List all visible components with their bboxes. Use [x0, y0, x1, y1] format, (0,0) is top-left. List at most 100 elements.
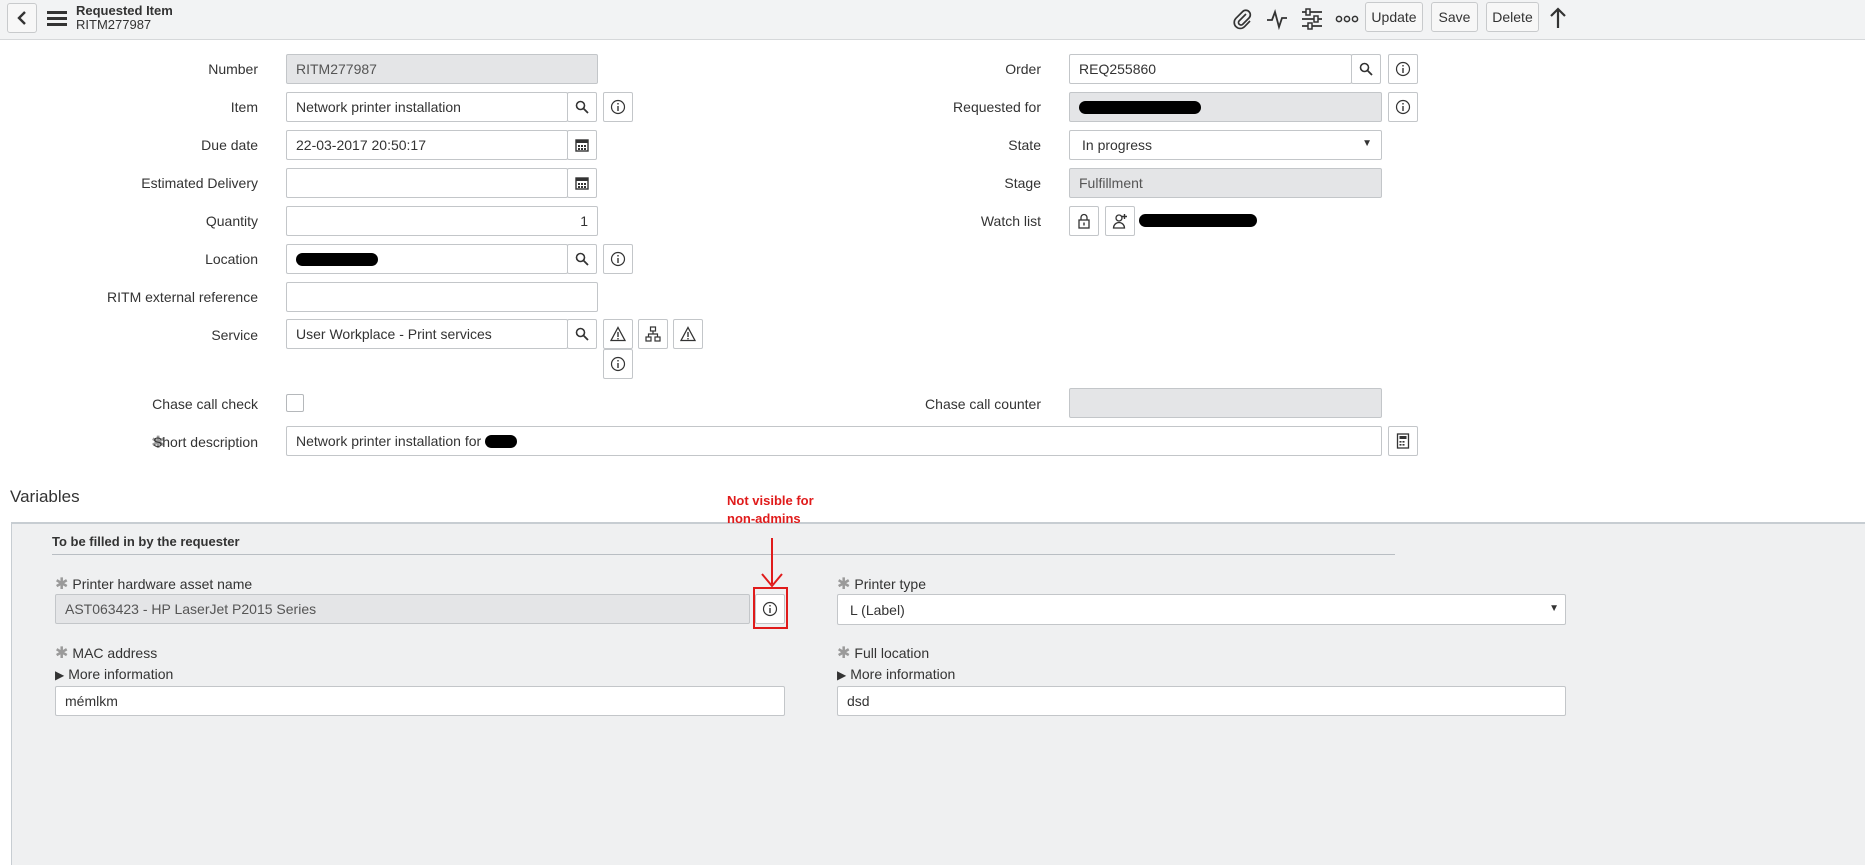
order-search-button[interactable]	[1351, 54, 1381, 84]
redacted-value	[485, 434, 518, 448]
ritm-external-reference-label: RITM external reference	[107, 289, 258, 305]
template-icon	[1396, 433, 1410, 449]
service-search-button[interactable]	[567, 319, 597, 349]
template-button[interactable]	[1388, 426, 1418, 456]
required-star-icon: ✱	[55, 576, 69, 593]
due-date-calendar-button[interactable]	[567, 130, 597, 160]
more-info-text: More information	[68, 666, 174, 682]
calendar-icon	[575, 177, 589, 190]
printer-type-label-text: Printer type	[854, 576, 926, 592]
delete-button[interactable]: Delete	[1486, 2, 1539, 32]
item-info-button[interactable]	[603, 92, 633, 122]
paperclip-icon[interactable]	[1227, 4, 1257, 34]
service-warning-button[interactable]	[603, 319, 633, 349]
short-description-label: Short description	[152, 434, 258, 450]
estimated-delivery-calendar-button[interactable]	[567, 168, 597, 198]
chase-call-check-checkbox[interactable]	[286, 394, 304, 412]
printer-hardware-asset-name-field[interactable]: AST063423 - HP LaserJet P2015 Series	[55, 594, 750, 624]
quantity-label: Quantity	[205, 213, 258, 229]
number-field[interactable]: RITM277987	[286, 54, 598, 84]
full-location-field[interactable]: dsd	[837, 686, 1566, 716]
location-search-button[interactable]	[567, 244, 597, 274]
requested-for-info-button[interactable]	[1388, 92, 1418, 122]
number-label: Number	[208, 61, 258, 77]
update-button[interactable]: Update	[1365, 2, 1423, 32]
ritm-external-reference-field[interactable]	[286, 282, 598, 312]
dropdown-arrow-icon: ▼	[1549, 603, 1559, 614]
dropdown-arrow-icon: ▼	[1362, 138, 1372, 149]
order-info-button[interactable]	[1388, 54, 1418, 84]
activity-icon[interactable]	[1262, 4, 1292, 34]
printer-type-select[interactable]: L (Label) ▼	[837, 594, 1566, 625]
hierarchy-icon	[645, 326, 661, 342]
short-description-field[interactable]: Network printer installation for	[286, 426, 1382, 456]
expand-triangle-icon: ▶	[837, 668, 847, 682]
chase-call-check-label: Chase call check	[152, 396, 258, 412]
search-icon	[575, 252, 589, 266]
warning-icon	[610, 326, 626, 342]
stage-field[interactable]: Fulfillment	[1069, 168, 1382, 198]
menu-icon[interactable]	[46, 8, 68, 28]
watch-list-add-me-button[interactable]	[1105, 206, 1135, 236]
requested-for-field[interactable]	[1069, 92, 1382, 122]
info-icon	[610, 99, 626, 115]
due-date-field[interactable]: 22-03-2017 20:50:17	[286, 130, 568, 160]
location-info-button[interactable]	[603, 244, 633, 274]
required-star-icon: ✱	[837, 576, 851, 593]
service-field[interactable]: User Workplace - Print services	[286, 319, 568, 349]
full-location-label-text: Full location	[854, 645, 930, 661]
printer-type-label: ✱ Printer type	[837, 574, 926, 594]
due-date-label: Due date	[201, 137, 258, 153]
mac-address-field[interactable]: mémlkm	[55, 686, 785, 716]
full-location-more-info-toggle[interactable]: ▶ More information	[837, 666, 955, 682]
info-icon	[610, 356, 626, 372]
watch-list-lock-button[interactable]	[1069, 206, 1099, 236]
settings-sliders-icon[interactable]	[1297, 4, 1327, 34]
lock-icon	[1078, 213, 1090, 229]
service-label: Service	[211, 327, 258, 343]
section-divider	[52, 554, 1395, 555]
short-description-text: Network printer installation for	[296, 433, 482, 449]
back-icon	[17, 11, 26, 25]
variables-heading: Variables	[10, 487, 80, 506]
item-search-button[interactable]	[567, 92, 597, 122]
state-select[interactable]: In progress ▼	[1069, 130, 1382, 160]
mac-address-label-text: MAC address	[72, 645, 158, 661]
watch-list-label: Watch list	[980, 213, 1041, 229]
annotation-highlight-box	[753, 587, 788, 629]
location-field[interactable]	[286, 244, 568, 274]
mac-address-more-info-toggle[interactable]: ▶ More information	[55, 666, 173, 682]
chase-call-counter-label: Chase call counter	[925, 396, 1041, 412]
chase-call-counter-field[interactable]	[1069, 388, 1382, 418]
printer-type-value: L (Label)	[850, 601, 905, 618]
quantity-field[interactable]: 1	[286, 206, 598, 236]
item-label: Item	[230, 99, 258, 115]
redacted-value	[296, 252, 378, 266]
printer-hardware-asset-name-label-text: Printer hardware asset name	[72, 576, 253, 592]
estimated-delivery-field[interactable]	[286, 168, 568, 198]
warning-icon	[680, 326, 696, 342]
variables-panel: To be filled in by the requester ✱ Printe…	[11, 522, 1865, 865]
required-star-icon: ✱	[837, 645, 851, 662]
mac-address-label: ✱ MAC address	[55, 643, 157, 663]
form-subtitle: RITM277987	[76, 17, 152, 32]
scroll-up-icon[interactable]	[1548, 6, 1568, 30]
more-icon[interactable]	[1332, 4, 1362, 34]
back-button[interactable]	[7, 3, 37, 33]
service-info-button[interactable]	[603, 349, 633, 379]
search-icon	[1359, 62, 1373, 76]
watch-list-redacted-users	[1139, 214, 1257, 227]
required-star-icon: ✱	[55, 645, 69, 662]
save-button[interactable]: Save	[1431, 2, 1478, 32]
order-field[interactable]: REQ255860	[1069, 54, 1352, 84]
state-label: State	[1008, 137, 1041, 153]
annotation-line-1: Not visible for	[727, 493, 814, 508]
info-icon	[610, 251, 626, 267]
full-location-label: ✱ Full location	[837, 643, 929, 663]
service-dependency-map-button[interactable]	[638, 319, 668, 349]
expand-triangle-icon: ▶	[55, 668, 65, 682]
info-icon	[1395, 99, 1411, 115]
item-field[interactable]: Network printer installation	[286, 92, 568, 122]
info-icon	[1395, 61, 1411, 77]
service-warning-button-2[interactable]	[673, 319, 703, 349]
